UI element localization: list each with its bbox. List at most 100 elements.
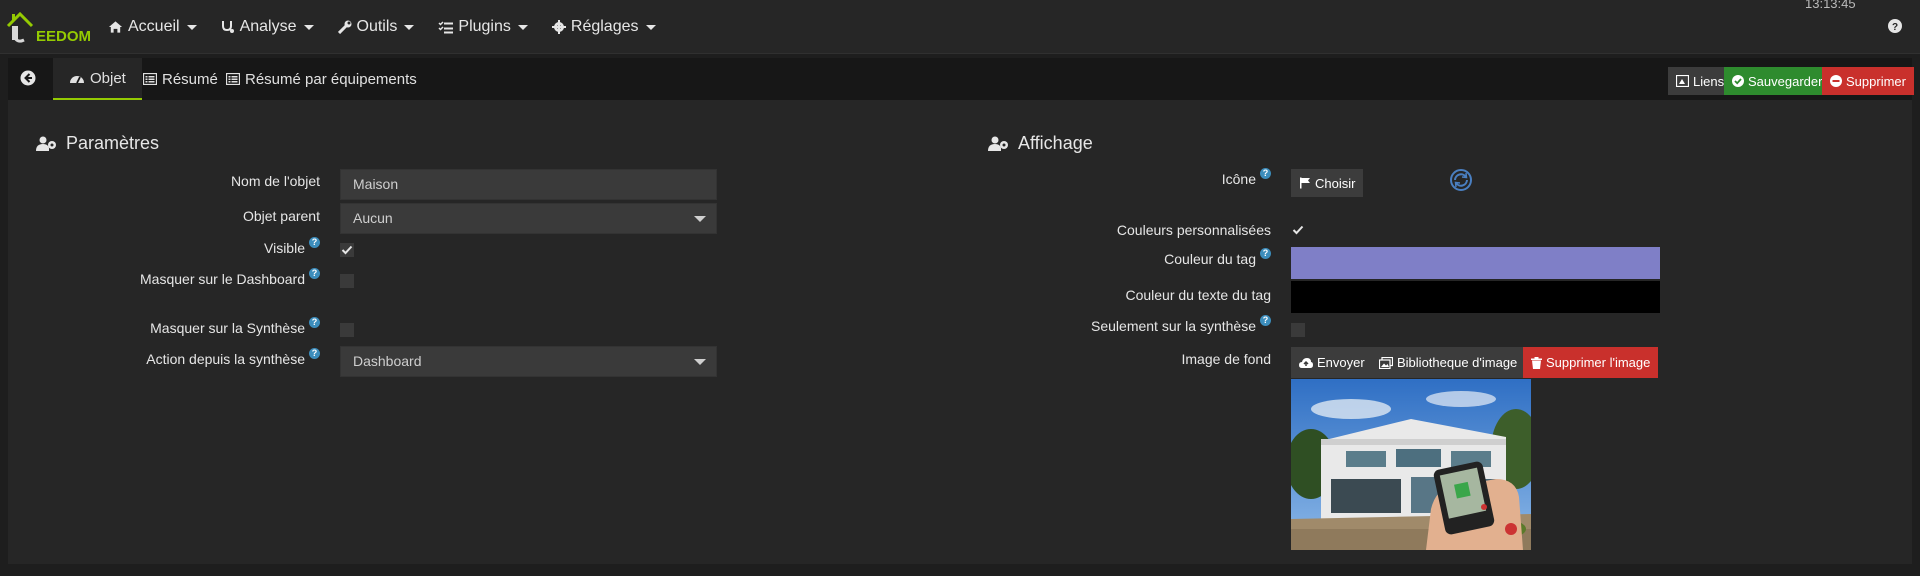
menu-plugins[interactable]: Plugins (426, 0, 539, 54)
flag-icon (1300, 177, 1310, 189)
tab-objet[interactable]: Objet (53, 58, 142, 100)
svg-text:?: ? (1892, 22, 1898, 33)
menu-reglages[interactable]: Réglages (540, 0, 668, 54)
masquer-synthese-checkbox[interactable] (340, 323, 354, 337)
action-synthese-label-text: Action depuis la synthèse (146, 351, 305, 367)
chevron-down-icon (303, 24, 314, 30)
envoyer-button[interactable]: Envoyer (1291, 347, 1373, 378)
users-cog-icon (988, 136, 1008, 151)
menu-analyse[interactable]: Analyse (209, 0, 326, 54)
action-synthese-value: Dashboard (353, 353, 422, 369)
background-image-preview (1291, 379, 1531, 550)
checkmark-icon (341, 245, 353, 255)
back-button[interactable] (20, 70, 36, 91)
logo-text: EEDOM (36, 28, 92, 45)
couleur-tag-label: Couleur du tag? (1008, 248, 1271, 267)
tachometer-icon (70, 75, 84, 83)
visible-checkbox[interactable] (340, 243, 354, 257)
tab-resume[interactable]: Résumé (143, 58, 218, 100)
couleur-tag-picker[interactable] (1291, 247, 1660, 279)
supprimer-image-label: Supprimer l'image (1546, 355, 1651, 370)
choisir-label: Choisir (1315, 175, 1356, 191)
seulement-synthese-label-text: Seulement sur la synthèse (1091, 318, 1256, 334)
masquer-dashboard-label-text: Masquer sur le Dashboard (140, 271, 305, 287)
bibliotheque-label: Bibliotheque d'image (1397, 355, 1518, 370)
envoyer-label: Envoyer (1317, 355, 1365, 370)
objet-parent-value: Aucun (353, 210, 393, 226)
visible-label-text: Visible (264, 240, 305, 256)
image-fond-label: Image de fond (1181, 351, 1271, 367)
wrench-icon (337, 20, 351, 34)
object-links-icon (1676, 75, 1689, 87)
menu-accueil[interactable]: Accueil (96, 0, 209, 54)
couleurs-personnalisees-label: Couleurs personnalisées (1116, 222, 1271, 238)
couleur-texte-tag-picker[interactable] (1291, 281, 1660, 313)
help-icon[interactable]: ? (309, 317, 320, 328)
list-alt-icon (143, 73, 157, 85)
section-affichage: Affichage (988, 133, 1093, 154)
bibliotheque-image-button[interactable]: Bibliotheque d'image (1371, 347, 1526, 378)
checkmark-icon (1292, 225, 1304, 235)
nom-objet-input[interactable]: Maison (340, 169, 717, 200)
menu-outils[interactable]: Outils (326, 0, 427, 54)
supprimer-image-button[interactable]: Supprimer l'image (1523, 347, 1659, 378)
sauvegarder-button[interactable]: Sauvegarder (1724, 67, 1831, 95)
house-photo-image (1291, 379, 1531, 550)
tasks-icon (438, 20, 454, 33)
trash-icon (1531, 356, 1542, 369)
objet-parent-select[interactable]: Aucun (340, 203, 717, 234)
main-menu: Accueil Analyse Outils Plugins Réglages (96, 0, 668, 54)
help-icon[interactable]: ? (1260, 168, 1271, 179)
stethoscope-icon (221, 21, 234, 33)
jeedom-logo[interactable]: EEDOM (6, 10, 91, 45)
liens-button[interactable]: Liens (1668, 67, 1733, 95)
visible-label: Visible? (108, 237, 320, 256)
icon-preview (1450, 169, 1472, 196)
minus-circle-icon (1830, 75, 1842, 87)
tab-objet-label: Objet (90, 69, 126, 87)
help-icon[interactable]: ? (309, 268, 320, 279)
help-icon[interactable]: ? (309, 348, 320, 359)
help-icon[interactable]: ? (1260, 248, 1271, 259)
chevron-down-icon (694, 359, 706, 365)
images-icon (1379, 356, 1393, 369)
refresh-circle-icon (1450, 169, 1472, 191)
chevron-down-icon (694, 216, 706, 222)
tab-resume-equipements-label: Résumé par équipements (245, 70, 417, 88)
choisir-icone-button[interactable]: Choisir (1291, 169, 1364, 197)
chevron-down-icon (517, 24, 528, 30)
help-icon[interactable]: ? (309, 237, 320, 248)
object-form: Paramètres Nom de l'objet Maison Objet p… (8, 100, 1912, 564)
check-circle-icon (1732, 75, 1744, 87)
menu-outils-label: Outils (356, 18, 398, 35)
cloud-upload-icon (1299, 357, 1313, 368)
clock: 13:13:45 (1805, 0, 1856, 10)
liens-label: Liens (1693, 73, 1725, 89)
tab-resume-equipements[interactable]: Résumé par équipements (226, 58, 417, 100)
top-navbar: EEDOM Accueil Analyse Outils Plugins Rég… (0, 0, 1920, 54)
icone-label-text: Icône (1221, 171, 1256, 187)
icone-label: Icône? (1008, 168, 1271, 187)
action-synthese-select[interactable]: Dashboard (340, 346, 717, 377)
couleurs-personnalisees-checkbox[interactable] (1291, 223, 1305, 237)
menu-reglages-label: Réglages (570, 18, 639, 35)
seulement-synthese-checkbox[interactable] (1291, 323, 1305, 337)
help-icon[interactable]: ? (1888, 19, 1902, 38)
arrow-circle-left-icon (20, 70, 36, 86)
masquer-synthese-label: Masquer sur la Synthèse? (88, 317, 320, 336)
chevron-down-icon (645, 24, 656, 30)
objet-parent-label: Objet parent (242, 208, 320, 224)
cog-icon (551, 20, 566, 34)
supprimer-label: Supprimer (1846, 73, 1906, 89)
chevron-down-icon (186, 24, 197, 30)
section-parametres: Paramètres (36, 133, 159, 154)
tab-bar: Objet Résumé Résumé par équipements Lien… (8, 58, 1914, 100)
couleur-texte-tag-label: Couleur du texte du tag (1125, 287, 1271, 303)
masquer-dashboard-checkbox[interactable] (340, 274, 354, 288)
section-affichage-title: Affichage (1018, 133, 1093, 153)
supprimer-button[interactable]: Supprimer (1822, 67, 1914, 95)
action-synthese-label: Action depuis la synthèse? (88, 348, 320, 367)
help-icon[interactable]: ? (1260, 315, 1271, 326)
section-parametres-title: Paramètres (66, 133, 160, 153)
menu-accueil-label: Accueil (128, 18, 180, 35)
